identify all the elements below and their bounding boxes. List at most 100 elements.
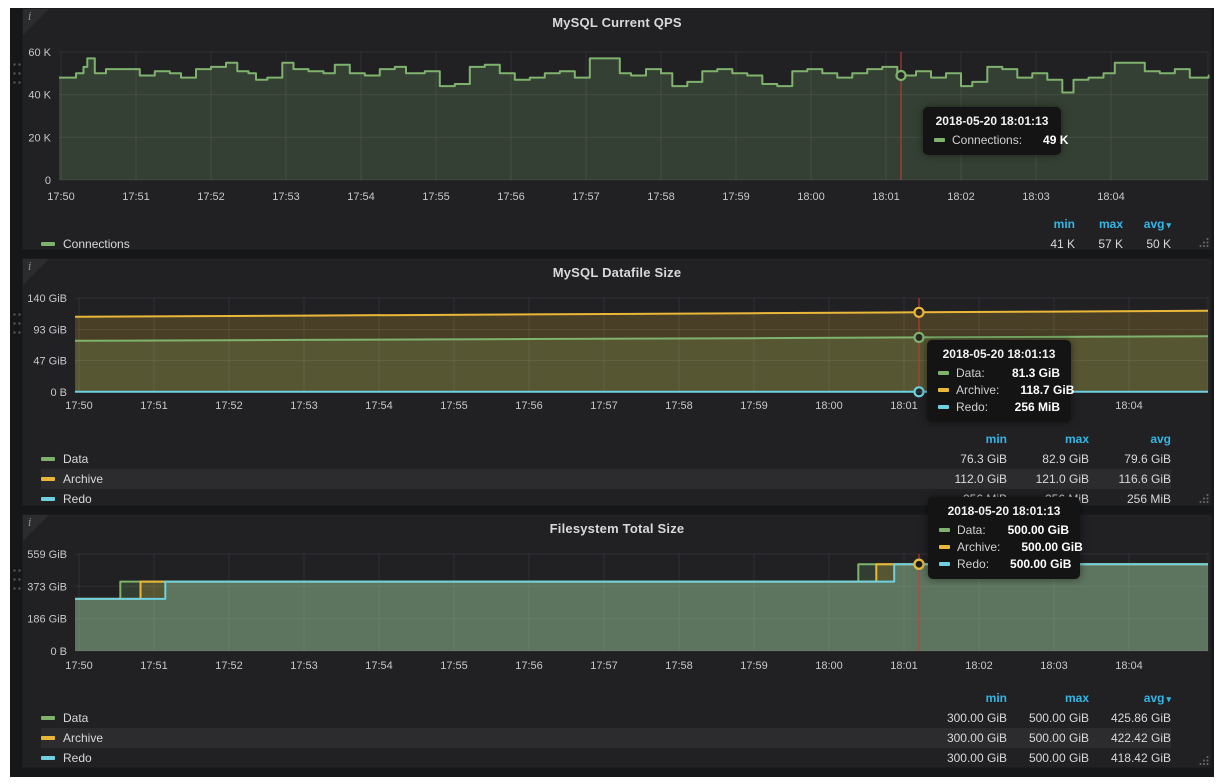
series-color-dash-icon — [939, 528, 950, 532]
series-toggle-redo[interactable]: Redo — [41, 492, 92, 506]
x-axis-tick-label: 17:53 — [290, 660, 318, 672]
x-axis-tick-label: 18:01 — [872, 191, 900, 203]
stat-max: 500.00 GiB — [1007, 731, 1089, 745]
x-axis-tick-label: 17:57 — [590, 660, 618, 672]
x-axis-tick-label: 17:59 — [740, 400, 768, 412]
stat-min: 300.00 GiB — [925, 711, 1007, 725]
series-toggle-connections[interactable]: Connections — [41, 237, 130, 251]
stat-min: 300.00 GiB — [925, 731, 1007, 745]
x-axis-tick-label: 17:56 — [497, 191, 525, 203]
series-color-dash-icon — [41, 497, 55, 501]
crosshair-marker — [915, 333, 924, 342]
x-axis-tick-label: 17:52 — [215, 660, 243, 672]
panel-resize-handle[interactable] — [1199, 237, 1209, 247]
series-color-dash-icon — [41, 716, 55, 720]
series-color-dash-icon — [938, 388, 949, 392]
x-axis-tick-label: 17:58 — [665, 660, 693, 672]
x-axis-tick-label: 17:55 — [440, 660, 468, 672]
tooltip-row-data: Data: 81.3 GiB — [938, 366, 1060, 380]
x-axis-tick-label: 18:04 — [1115, 400, 1143, 412]
series-name: Archive — [63, 472, 103, 486]
tooltip-timestamp: 2018-05-20 18:01:13 — [934, 114, 1050, 128]
tooltip-series-name: Data: — [956, 366, 985, 380]
series-name: Data — [63, 452, 88, 466]
panel-resize-handle[interactable] — [1199, 493, 1209, 503]
tooltip-row-connections: Connections: 49 K — [934, 133, 1050, 147]
x-axis-tick-label: 17:50 — [47, 191, 75, 203]
legend-row-data: Data 300.00 GiB 500.00 GiB 425.86 GiB — [41, 708, 1171, 728]
tooltip-series-value: 500.00 GiB — [1007, 540, 1082, 554]
x-axis-tick-label: 17:50 — [65, 660, 93, 672]
crosshair-marker — [897, 71, 906, 80]
x-axis-tick-label: 18:04 — [1097, 191, 1125, 203]
stat-min: 41 K — [1027, 237, 1075, 251]
x-axis-tick-label: 17:53 — [290, 400, 318, 412]
legend-sort-max[interactable]: max — [1075, 217, 1123, 231]
x-axis-tick-label: 17:52 — [215, 400, 243, 412]
tooltip-series-name: Archive: — [956, 383, 999, 397]
legend-header-row: min max avg▾ — [41, 214, 1171, 234]
crosshair-marker — [915, 308, 924, 317]
series-color-dash-icon — [41, 756, 55, 760]
legend-row-redo: Redo 300.00 GiB 500.00 GiB 418.42 GiB — [41, 748, 1171, 768]
x-axis-tick-label: 17:52 — [197, 191, 225, 203]
qps-legend: min max avg▾ Connections 41 K 57 K 50 K — [23, 214, 1211, 254]
legend-header-row: min max avg▾ — [41, 688, 1171, 708]
x-axis-tick-label: 17:55 — [422, 191, 450, 203]
tooltip-series-value: 81.3 GiB — [992, 366, 1060, 380]
tooltip-row-archive: Archive:118.7 GiB — [938, 383, 1060, 397]
series-toggle-archive[interactable]: Archive — [41, 731, 103, 745]
tooltip-timestamp: 2018-05-20 18:01:13 — [939, 504, 1069, 518]
row-drag-handle[interactable] — [12, 310, 22, 336]
legend-sort-avg[interactable]: avg▾ — [1123, 217, 1171, 231]
stat-max: 57 K — [1075, 237, 1123, 251]
x-axis-tick-label: 17:58 — [647, 191, 675, 203]
tooltip-series-name: Connections: — [952, 133, 1022, 147]
series-toggle-archive[interactable]: Archive — [41, 472, 103, 486]
legend-sort-avg[interactable]: avg — [1089, 432, 1171, 446]
series-toggle-redo[interactable]: Redo — [41, 751, 92, 765]
y-axis-tick-label: 0 — [45, 175, 51, 187]
tooltip-row-redo: Redo:500.00 GiB — [939, 557, 1069, 571]
y-axis-tick-label: 20 K — [28, 132, 51, 144]
legend-sort-min[interactable]: min — [925, 691, 1007, 705]
row-drag-handle[interactable] — [12, 60, 22, 86]
filesystem-legend: min max avg▾ Data 300.00 GiB 500.00 GiB … — [23, 688, 1211, 768]
y-axis-tick-label: 47 GiB — [33, 355, 67, 367]
x-axis-tick-label: 17:54 — [365, 660, 393, 672]
caret-down-icon: ▾ — [1166, 220, 1171, 230]
tooltip-series-name: Data: — [957, 523, 986, 537]
panel-resize-handle[interactable] — [1199, 755, 1209, 765]
x-axis-tick-label: 17:55 — [440, 400, 468, 412]
legend-sort-min[interactable]: min — [1027, 217, 1075, 231]
series-toggle-data[interactable]: Data — [41, 452, 88, 466]
x-axis-tick-label: 18:02 — [965, 660, 993, 672]
legend-sort-min[interactable]: min — [925, 432, 1007, 446]
tooltip-series-name: Archive: — [957, 540, 1000, 554]
tooltip-series-value: 500.00 GiB — [993, 523, 1069, 537]
series-color-dash-icon — [938, 371, 949, 375]
y-axis-tick-label: 0 B — [50, 646, 67, 658]
series-name: Redo — [63, 751, 92, 765]
legend-sort-max[interactable]: max — [1007, 691, 1089, 705]
series-color-dash-icon — [41, 477, 55, 481]
x-axis-tick-label: 17:51 — [140, 660, 168, 672]
avg-label: avg — [1144, 691, 1165, 705]
series-color-dash-icon — [41, 736, 55, 740]
stat-avg: 425.86 GiB — [1089, 711, 1171, 725]
legend-sort-avg[interactable]: avg▾ — [1089, 691, 1171, 705]
stat-avg: 418.42 GiB — [1089, 751, 1171, 765]
row-drag-handle[interactable] — [12, 566, 22, 592]
x-axis-tick-label: 18:00 — [815, 660, 843, 672]
legend-row-data: Data 76.3 GiB 82.9 GiB 79.6 GiB — [41, 449, 1171, 469]
caret-down-icon: ▾ — [1166, 694, 1171, 704]
series-color-dash-icon — [938, 405, 949, 409]
tooltip-timestamp: 2018-05-20 18:01:13 — [938, 347, 1060, 361]
x-axis-tick-label: 17:59 — [740, 660, 768, 672]
tooltip-row-redo: Redo:256 MiB — [938, 400, 1060, 414]
crosshair-marker — [915, 387, 924, 396]
series-toggle-data[interactable]: Data — [41, 711, 88, 725]
legend-sort-max[interactable]: max — [1007, 432, 1089, 446]
stat-min: 76.3 GiB — [925, 452, 1007, 466]
avg-label: avg — [1144, 217, 1165, 231]
